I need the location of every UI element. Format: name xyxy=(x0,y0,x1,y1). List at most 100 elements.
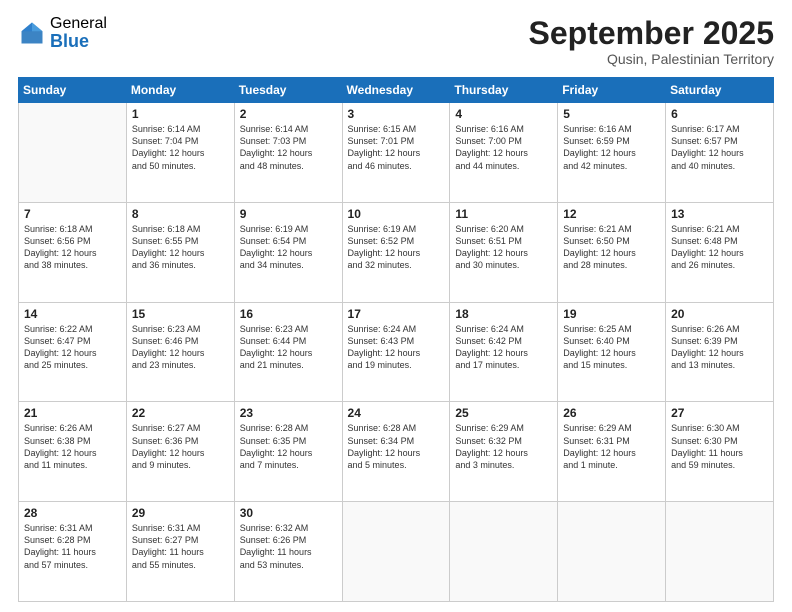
calendar-cell: 15 Sunrise: 6:23 AM Sunset: 6:46 PM Dayli… xyxy=(126,302,234,402)
calendar-cell: 1Sunrise: 6:14 AM Sunset: 7:04 PM Daylig… xyxy=(126,103,234,203)
calendar-header-row: SundayMondayTuesdayWednesdayThursdayFrid… xyxy=(19,78,774,103)
day-number: 8 xyxy=(132,207,229,221)
day-number: 25 xyxy=(455,406,552,420)
calendar-cell: 7 Sunrise: 6:18 AM Sunset: 6:56 PM Daylig… xyxy=(19,202,127,302)
day-number: 26 xyxy=(563,406,660,420)
calendar-cell: 10 Sunrise: 6:19 AM Sunset: 6:52 PM Dayli… xyxy=(342,202,450,302)
day-number: 7 xyxy=(24,207,121,221)
day-info: Sunrise: 6:26 AM Sunset: 6:39 PM Dayligh… xyxy=(671,323,768,372)
calendar-cell: 5 Sunrise: 6:16 AM Sunset: 6:59 PM Daylig… xyxy=(558,103,666,203)
day-info: Sunrise: 6:28 AM Sunset: 6:34 PM Dayligh… xyxy=(348,422,445,471)
calendar-cell: 28 Sunrise: 6:31 AM Sunset: 6:28 PM Dayli… xyxy=(19,502,127,602)
day-header-tuesday: Tuesday xyxy=(234,78,342,103)
day-number: 15 xyxy=(132,307,229,321)
day-number: 23 xyxy=(240,406,337,420)
day-info: Sunrise: 6:22 AM Sunset: 6:47 PM Dayligh… xyxy=(24,323,121,372)
day-header-monday: Monday xyxy=(126,78,234,103)
day-info: Sunrise: 6:29 AM Sunset: 6:31 PM Dayligh… xyxy=(563,422,660,471)
calendar-cell: 11 Sunrise: 6:20 AM Sunset: 6:51 PM Dayli… xyxy=(450,202,558,302)
calendar-cell: 17 Sunrise: 6:24 AM Sunset: 6:43 PM Dayli… xyxy=(342,302,450,402)
day-number: 21 xyxy=(24,406,121,420)
day-info: Sunrise: 6:15 AM Sunset: 7:01 PM Dayligh… xyxy=(348,123,445,172)
day-info: Sunrise: 6:31 AM Sunset: 6:28 PM Dayligh… xyxy=(24,522,121,571)
day-number: 13 xyxy=(671,207,768,221)
day-info: Sunrise: 6:19 AM Sunset: 6:54 PM Dayligh… xyxy=(240,223,337,272)
header: General Blue September 2025 Qusin, Pales… xyxy=(18,16,774,67)
calendar-cell: 18 Sunrise: 6:24 AM Sunset: 6:42 PM Dayli… xyxy=(450,302,558,402)
day-info: Sunrise: 6:30 AM Sunset: 6:30 PM Dayligh… xyxy=(671,422,768,471)
calendar-week-2: 7 Sunrise: 6:18 AM Sunset: 6:56 PM Daylig… xyxy=(19,202,774,302)
day-info: Sunrise: 6:21 AM Sunset: 6:48 PM Dayligh… xyxy=(671,223,768,272)
logo-blue: Blue xyxy=(50,32,107,50)
day-info: Sunrise: 6:18 AM Sunset: 6:55 PM Dayligh… xyxy=(132,223,229,272)
calendar-cell: 29 Sunrise: 6:31 AM Sunset: 6:27 PM Dayli… xyxy=(126,502,234,602)
calendar-cell: 4 Sunrise: 6:16 AM Sunset: 7:00 PM Daylig… xyxy=(450,103,558,203)
day-number: 5 xyxy=(563,107,660,121)
day-number: 17 xyxy=(348,307,445,321)
calendar-cell: 21 Sunrise: 6:26 AM Sunset: 6:38 PM Dayli… xyxy=(19,402,127,502)
calendar-subtitle: Qusin, Palestinian Territory xyxy=(529,51,774,67)
day-number: 2 xyxy=(240,107,337,121)
day-number: 9 xyxy=(240,207,337,221)
day-info: Sunrise: 6:16 AM Sunset: 7:00 PM Dayligh… xyxy=(455,123,552,172)
day-number: 1 xyxy=(132,107,229,121)
day-info: Sunrise: 6:24 AM Sunset: 6:42 PM Dayligh… xyxy=(455,323,552,372)
day-number: 10 xyxy=(348,207,445,221)
logo-icon xyxy=(18,19,46,47)
day-number: 27 xyxy=(671,406,768,420)
day-number: 29 xyxy=(132,506,229,520)
day-number: 18 xyxy=(455,307,552,321)
calendar-cell: 3 Sunrise: 6:15 AM Sunset: 7:01 PM Daylig… xyxy=(342,103,450,203)
day-info: Sunrise: 6:24 AM Sunset: 6:43 PM Dayligh… xyxy=(348,323,445,372)
day-info: Sunrise: 6:26 AM Sunset: 6:38 PM Dayligh… xyxy=(24,422,121,471)
day-info: Sunrise: 6:29 AM Sunset: 6:32 PM Dayligh… xyxy=(455,422,552,471)
day-number: 6 xyxy=(671,107,768,121)
calendar-cell: 26 Sunrise: 6:29 AM Sunset: 6:31 PM Dayli… xyxy=(558,402,666,502)
day-info: Sunrise: 6:16 AM Sunset: 6:59 PM Dayligh… xyxy=(563,123,660,172)
calendar-table: SundayMondayTuesdayWednesdayThursdayFrid… xyxy=(18,77,774,602)
day-number: 30 xyxy=(240,506,337,520)
day-info: Sunrise: 6:32 AM Sunset: 6:26 PM Dayligh… xyxy=(240,522,337,571)
day-number: 19 xyxy=(563,307,660,321)
day-info: Sunrise: 6:21 AM Sunset: 6:50 PM Dayligh… xyxy=(563,223,660,272)
calendar-cell: 30 Sunrise: 6:32 AM Sunset: 6:26 PM Dayli… xyxy=(234,502,342,602)
calendar-cell xyxy=(19,103,127,203)
logo: General Blue xyxy=(18,16,107,50)
calendar-cell: 23 Sunrise: 6:28 AM Sunset: 6:35 PM Dayli… xyxy=(234,402,342,502)
page: General Blue September 2025 Qusin, Pales… xyxy=(0,0,792,612)
day-info: Sunrise: 6:17 AM Sunset: 6:57 PM Dayligh… xyxy=(671,123,768,172)
day-info: Sunrise: 6:23 AM Sunset: 6:44 PM Dayligh… xyxy=(240,323,337,372)
logo-text: General Blue xyxy=(50,16,107,50)
day-header-sunday: Sunday xyxy=(19,78,127,103)
calendar-cell: 27 Sunrise: 6:30 AM Sunset: 6:30 PM Dayli… xyxy=(666,402,774,502)
day-info: Sunrise: 6:31 AM Sunset: 6:27 PM Dayligh… xyxy=(132,522,229,571)
day-number: 16 xyxy=(240,307,337,321)
calendar-week-1: 1Sunrise: 6:14 AM Sunset: 7:04 PM Daylig… xyxy=(19,103,774,203)
day-number: 28 xyxy=(24,506,121,520)
day-info: Sunrise: 6:18 AM Sunset: 6:56 PM Dayligh… xyxy=(24,223,121,272)
day-header-saturday: Saturday xyxy=(666,78,774,103)
calendar-cell: 14Sunrise: 6:22 AM Sunset: 6:47 PM Dayli… xyxy=(19,302,127,402)
calendar-cell: 2 Sunrise: 6:14 AM Sunset: 7:03 PM Daylig… xyxy=(234,103,342,203)
day-header-friday: Friday xyxy=(558,78,666,103)
day-info: Sunrise: 6:19 AM Sunset: 6:52 PM Dayligh… xyxy=(348,223,445,272)
day-info: Sunrise: 6:20 AM Sunset: 6:51 PM Dayligh… xyxy=(455,223,552,272)
day-number: 12 xyxy=(563,207,660,221)
day-number: 3 xyxy=(348,107,445,121)
calendar-week-4: 21 Sunrise: 6:26 AM Sunset: 6:38 PM Dayli… xyxy=(19,402,774,502)
day-number: 22 xyxy=(132,406,229,420)
calendar-title: September 2025 xyxy=(529,16,774,51)
day-info: Sunrise: 6:14 AM Sunset: 7:03 PM Dayligh… xyxy=(240,123,337,172)
calendar-cell: 16 Sunrise: 6:23 AM Sunset: 6:44 PM Dayli… xyxy=(234,302,342,402)
calendar-cell: 19Sunrise: 6:25 AM Sunset: 6:40 PM Dayli… xyxy=(558,302,666,402)
day-number: 11 xyxy=(455,207,552,221)
calendar-cell xyxy=(666,502,774,602)
day-info: Sunrise: 6:23 AM Sunset: 6:46 PM Dayligh… xyxy=(132,323,229,372)
title-block: September 2025 Qusin, Palestinian Territ… xyxy=(529,16,774,67)
calendar-cell: 12 Sunrise: 6:21 AM Sunset: 6:50 PM Dayli… xyxy=(558,202,666,302)
day-number: 4 xyxy=(455,107,552,121)
day-number: 20 xyxy=(671,307,768,321)
day-info: Sunrise: 6:27 AM Sunset: 6:36 PM Dayligh… xyxy=(132,422,229,471)
calendar-cell: 8 Sunrise: 6:18 AM Sunset: 6:55 PM Daylig… xyxy=(126,202,234,302)
day-info: Sunrise: 6:28 AM Sunset: 6:35 PM Dayligh… xyxy=(240,422,337,471)
